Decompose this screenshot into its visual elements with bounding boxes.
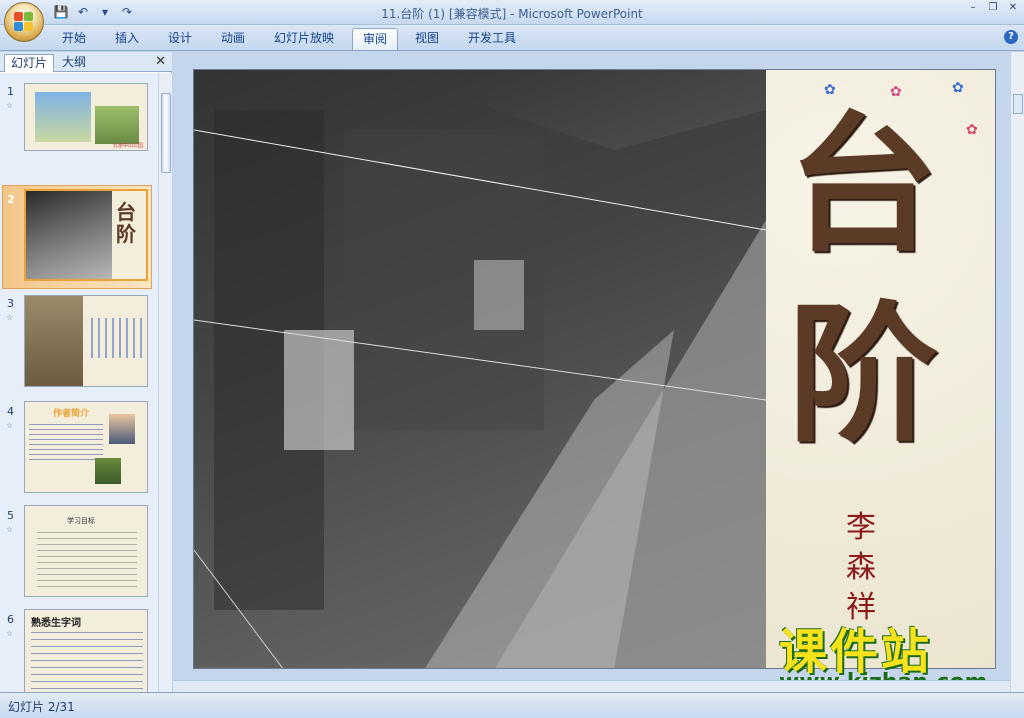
restore-button[interactable]: ❐ xyxy=(984,1,1002,15)
slide-thumbnails: 1 ☆ 北京中山公园 2 台阶 3 ☆ 4 ☆ 作者简介 5 ☆ 学习目标 6 … xyxy=(0,73,158,692)
slide-thumbnail-4[interactable]: 作者简介 xyxy=(24,401,148,493)
minimize-button[interactable]: – xyxy=(964,1,982,15)
photo xyxy=(95,458,121,484)
author-char-1: 李 xyxy=(846,510,876,545)
help-icon[interactable]: ? xyxy=(1004,30,1018,44)
animation-icon: ☆ xyxy=(6,629,14,638)
slide-number: 6 xyxy=(7,613,14,626)
slide-editor: ✿ ✿ ✿ ✿ 台 阶 李 森 祥 课件站 www.kjzhan.com xyxy=(173,52,1024,695)
office-button[interactable] xyxy=(4,2,44,42)
thumb-title: 学习目标 xyxy=(67,517,95,525)
window-controls: – ❐ ✕ xyxy=(964,1,1022,15)
vertical-text-lines xyxy=(91,318,143,358)
tab-insert[interactable]: 插入 xyxy=(105,28,149,50)
street-photo xyxy=(26,191,112,279)
title-bar: 💾 ↶ ▾ ↷ 11.台阶 (1) [兼容模式] - Microsoft Pow… xyxy=(0,0,1024,25)
slide-thumbnail-6[interactable]: 熟悉生字词 xyxy=(24,609,148,692)
slide-counter: 幻灯片 2/31 xyxy=(8,700,75,714)
slide-number: 3 xyxy=(7,297,14,310)
animation-icon: ☆ xyxy=(6,421,14,430)
tab-review[interactable]: 审阅 xyxy=(352,28,399,50)
title-panel: ✿ ✿ ✿ ✿ 台 阶 李 森 祥 xyxy=(766,70,995,668)
slide-thumbnail-3[interactable] xyxy=(24,295,148,387)
slide-number: 5 xyxy=(7,509,14,522)
tab-view[interactable]: 视图 xyxy=(405,28,449,50)
animation-icon: ☆ xyxy=(6,525,14,534)
slides-pane: 幻灯片 大纲 ✕ 1 ☆ 北京中山公园 2 台阶 3 ☆ 4 ☆ 作者简介 5 … xyxy=(0,52,172,692)
author-portrait xyxy=(109,414,135,444)
tab-slideshow[interactable]: 幻灯片放映 xyxy=(264,28,344,50)
window-title: 11.台阶 (1) [兼容模式] - Microsoft PowerPoint xyxy=(381,7,643,21)
slide-thumbnail-5[interactable]: 学习目标 xyxy=(24,505,148,597)
stone-wall-image xyxy=(25,296,83,386)
tab-outline[interactable]: 大纲 xyxy=(56,54,92,72)
thumb-title: 熟悉生字词 xyxy=(31,618,81,629)
scroll-thumb[interactable] xyxy=(1013,94,1023,114)
tab-slides[interactable]: 幻灯片 xyxy=(4,54,55,72)
slide-title-char-2: 阶 xyxy=(788,287,939,463)
slide-title-char-1: 台 xyxy=(788,97,939,273)
flower-icon: ✿ xyxy=(952,80,964,96)
slide-number: 4 xyxy=(7,405,14,418)
tab-developer[interactable]: 开发工具 xyxy=(458,28,526,50)
animation-icon: ☆ xyxy=(6,313,14,322)
temple-image xyxy=(35,92,91,142)
office-logo-icon xyxy=(14,12,34,32)
close-icon[interactable]: ✕ xyxy=(155,54,166,69)
author-char-2: 森 xyxy=(846,550,876,585)
slide-canvas[interactable]: ✿ ✿ ✿ ✿ 台 阶 李 森 祥 xyxy=(193,69,996,669)
path-image xyxy=(95,106,139,144)
animation-icon: ☆ xyxy=(6,101,14,110)
flower-icon: ✿ xyxy=(966,122,978,138)
horizontal-scrollbar[interactable] xyxy=(173,680,1010,692)
status-bar: 幻灯片 2/31 xyxy=(0,692,1024,718)
slide-number: 2 xyxy=(7,193,15,206)
text-lines xyxy=(37,532,137,588)
scroll-thumb[interactable] xyxy=(161,93,171,173)
thumb-title: 台阶 xyxy=(116,200,136,246)
ribbon-tabs: 开始 插入 设计 动画 幻灯片放映 审阅 视图 开发工具 xyxy=(0,25,1024,51)
slide-thumbnail-1[interactable]: 北京中山公园 xyxy=(24,83,148,151)
street-photo xyxy=(194,70,766,668)
pane-tabs: 幻灯片 大纲 ✕ xyxy=(0,52,172,72)
thumb-title: 作者简介 xyxy=(53,409,90,419)
text-lines xyxy=(31,632,143,692)
thumb-caption: 北京中山公园 xyxy=(113,143,144,149)
close-button[interactable]: ✕ xyxy=(1004,1,1022,15)
tab-animation[interactable]: 动画 xyxy=(211,28,255,50)
tab-design[interactable]: 设计 xyxy=(158,28,202,50)
text-lines xyxy=(29,424,103,460)
slide-thumbnail-2[interactable]: 台阶 xyxy=(24,189,148,281)
thumbnail-scrollbar[interactable] xyxy=(158,73,172,692)
slide-number: 1 xyxy=(7,85,14,98)
slide-scrollbar[interactable] xyxy=(1010,52,1024,692)
flower-icon: ✿ xyxy=(824,82,836,98)
tab-home[interactable]: 开始 xyxy=(52,28,96,50)
